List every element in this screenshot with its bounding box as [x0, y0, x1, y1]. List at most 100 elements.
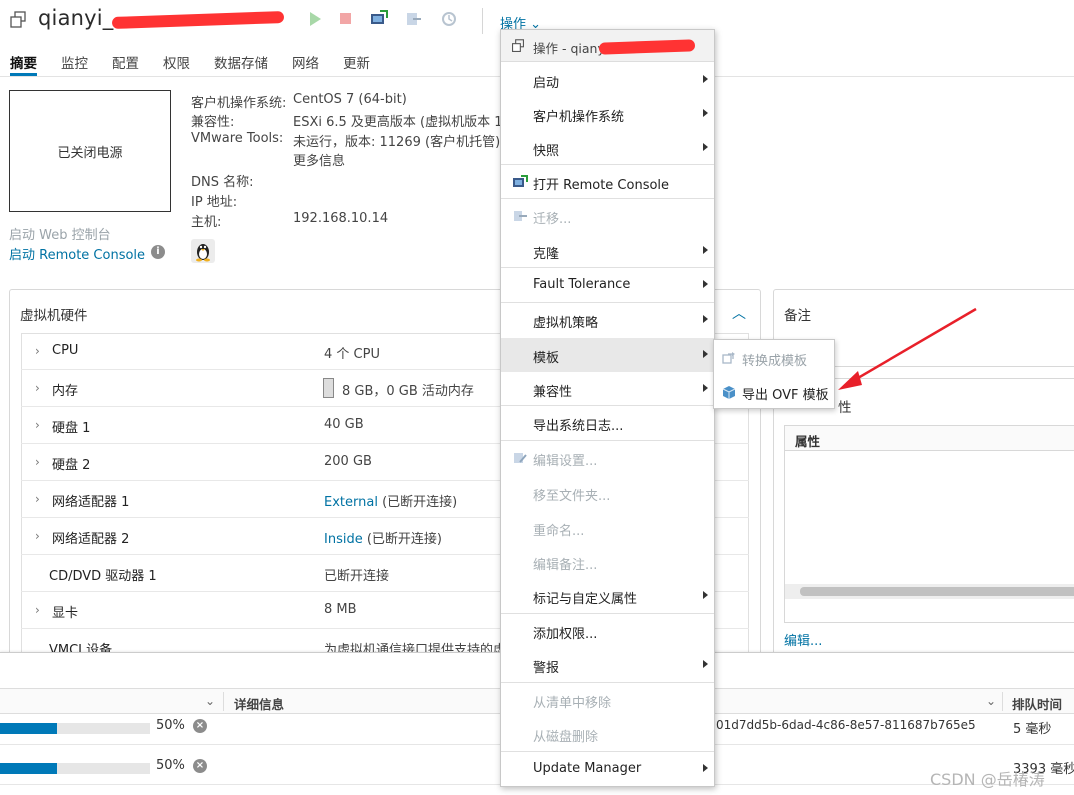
menu-item-label: 添加权限... — [533, 627, 598, 642]
menu-item[interactable]: Fault Tolerance — [501, 268, 714, 302]
column-separator[interactable] — [1002, 692, 1003, 711]
tab-updates[interactable]: 更新 — [343, 44, 370, 76]
custom-attributes-title: 性 — [838, 400, 852, 416]
migrate-icon — [514, 211, 527, 221]
guest-os-label: 客户机操作系统: — [191, 96, 287, 111]
column-queued-time[interactable]: 排队时间 — [1012, 694, 1062, 713]
vm-icon — [512, 39, 524, 52]
compatibility-value: ESXi 6.5 及更高版本 (虚拟机版本 13 — [293, 115, 511, 130]
menu-item-label: 重命名... — [533, 524, 585, 539]
menu-item[interactable]: 重命名... — [501, 511, 714, 545]
menu-item-label: Update Manager — [533, 761, 642, 776]
hardware-value: 200 GB — [324, 454, 372, 469]
menu-item[interactable]: 客户机操作系统 — [501, 97, 714, 131]
tab-monitor[interactable]: 监控 — [61, 44, 88, 76]
menu-item-label: 兼容性 — [533, 385, 573, 400]
tab-datastores[interactable]: 数据存储 — [214, 44, 268, 76]
migrate-icon[interactable] — [405, 10, 423, 28]
expand-chevron-icon[interactable]: › — [35, 455, 40, 469]
task-progress-bar — [0, 723, 150, 734]
menu-item[interactable]: 编辑设置... — [501, 441, 714, 475]
menu-item[interactable]: 添加权限... — [501, 614, 714, 648]
menu-item-label: 导出系统日志... — [533, 419, 624, 434]
dns-name-label: DNS 名称: — [191, 175, 254, 190]
menu-item[interactable]: Update Manager — [501, 752, 714, 786]
task-id: 01d7dd5b-6dad-4c86-8e57-811687b765e5 — [716, 718, 976, 732]
menu-item-label: 启动 — [533, 76, 560, 91]
launch-remote-console-link[interactable]: 启动 Remote Console — [9, 244, 145, 263]
menu-item[interactable]: 警报 — [501, 648, 714, 682]
menu-item[interactable]: 兼容性 — [501, 372, 714, 406]
menu-item-label: 虚拟机策略 — [533, 316, 599, 331]
network-link-external[interactable]: External — [324, 495, 378, 510]
hardware-value: (已断开连接) — [362, 532, 442, 547]
cancel-task-icon[interactable]: × — [193, 719, 207, 733]
submenu-arrow-icon — [703, 280, 708, 288]
menu-item-export-ovf-template[interactable]: 导出 OVF 模板 — [714, 375, 834, 409]
power-on-icon[interactable] — [306, 10, 324, 28]
more-info-link[interactable]: 更多信息 — [293, 150, 345, 169]
tab-networks[interactable]: 网络 — [292, 44, 319, 76]
menu-item-label: 迁移... — [533, 212, 572, 227]
menu-item[interactable]: 虚拟机策略 — [501, 303, 714, 337]
launch-web-console-link[interactable]: 启动 Web 控制台 — [9, 224, 111, 243]
submenu-arrow-icon — [703, 591, 708, 599]
column-separator[interactable] — [223, 692, 224, 711]
notes-title: 备注 — [784, 308, 811, 324]
submenu-arrow-icon — [703, 143, 708, 151]
menu-item-label: Fault Tolerance — [533, 277, 631, 292]
menu-item[interactable]: 从清单中移除 — [501, 683, 714, 717]
hardware-value: 40 GB — [324, 417, 364, 432]
menu-item[interactable]: 启动 — [501, 63, 714, 97]
expand-chevron-icon[interactable]: › — [35, 603, 40, 617]
expand-chevron-icon[interactable]: › — [35, 492, 40, 506]
menu-item[interactable]: 导出系统日志... — [501, 406, 714, 440]
attributes-scrollbar-thumb[interactable] — [800, 587, 1074, 596]
column-menu-icon[interactable]: ⌄ — [986, 694, 996, 708]
menu-item[interactable]: 迁移... — [501, 199, 714, 233]
vm-console-thumbnail[interactable]: 已关闭电源 — [9, 90, 171, 212]
menu-item[interactable]: 克隆 — [501, 234, 714, 268]
expand-chevron-icon[interactable]: › — [35, 381, 40, 395]
tab-permissions[interactable]: 权限 — [163, 44, 190, 76]
actions-context-menu: 操作 - qiany 启动客户机操作系统 快照 打开 Remote Console 迁… — [500, 29, 715, 787]
menu-item-label: 转换成模板 — [742, 354, 808, 369]
menu-item-label: 编辑设置... — [533, 454, 598, 469]
expand-chevron-icon[interactable]: › — [35, 529, 40, 543]
menu-item-label: 标记与自定义属性 — [533, 592, 638, 607]
memory-usage-icon — [323, 378, 334, 398]
attributes-column-header[interactable]: 属性 — [785, 426, 1074, 451]
info-icon[interactable]: i — [151, 245, 165, 259]
menu-header: 操作 - qiany — [501, 30, 714, 62]
menu-item[interactable]: 模板 — [501, 338, 714, 372]
snapshot-icon[interactable] — [440, 10, 458, 28]
submenu-arrow-icon — [703, 384, 708, 392]
menu-item[interactable]: 移至文件夹... — [501, 476, 714, 510]
menu-item[interactable]: 快照 — [501, 131, 714, 165]
hardware-name: 内存 — [52, 384, 79, 399]
hardware-name: 显卡 — [52, 606, 79, 621]
hardware-name: 网络适配器 2 — [52, 532, 130, 547]
tab-summary[interactable]: 摘要 — [10, 44, 37, 76]
column-menu-icon[interactable]: ⌄ — [205, 694, 215, 708]
submenu-arrow-icon — [703, 75, 708, 83]
hardware-value: 4 个 CPU — [324, 347, 380, 362]
expand-chevron-icon[interactable]: › — [35, 344, 40, 358]
network-link-inside[interactable]: Inside — [324, 532, 363, 547]
launch-console-icon[interactable] — [370, 10, 388, 28]
tab-configure[interactable]: 配置 — [112, 44, 139, 76]
menu-item-convert-to-template[interactable]: 转换成模板 — [714, 341, 834, 375]
hardware-value: 8 MB — [324, 602, 357, 617]
menu-item[interactable]: 标记与自定义属性 — [501, 579, 714, 613]
menu-item[interactable]: 从磁盘删除 — [501, 717, 714, 751]
cancel-task-icon[interactable]: × — [193, 759, 207, 773]
expand-chevron-icon[interactable]: › — [35, 418, 40, 432]
power-off-icon[interactable] — [337, 10, 355, 28]
edit-attributes-link[interactable]: 编辑... — [784, 630, 822, 649]
menu-item[interactable]: 编辑备注... — [501, 545, 714, 579]
menu-item[interactable]: 打开 Remote Console — [501, 165, 714, 199]
menu-item-label: 导出 OVF 模板 — [742, 388, 829, 403]
column-details[interactable]: 详细信息 — [234, 694, 284, 713]
collapse-panel-icon[interactable]: ︿ — [732, 303, 746, 323]
vmware-tools-label: VMware Tools: — [191, 131, 284, 146]
